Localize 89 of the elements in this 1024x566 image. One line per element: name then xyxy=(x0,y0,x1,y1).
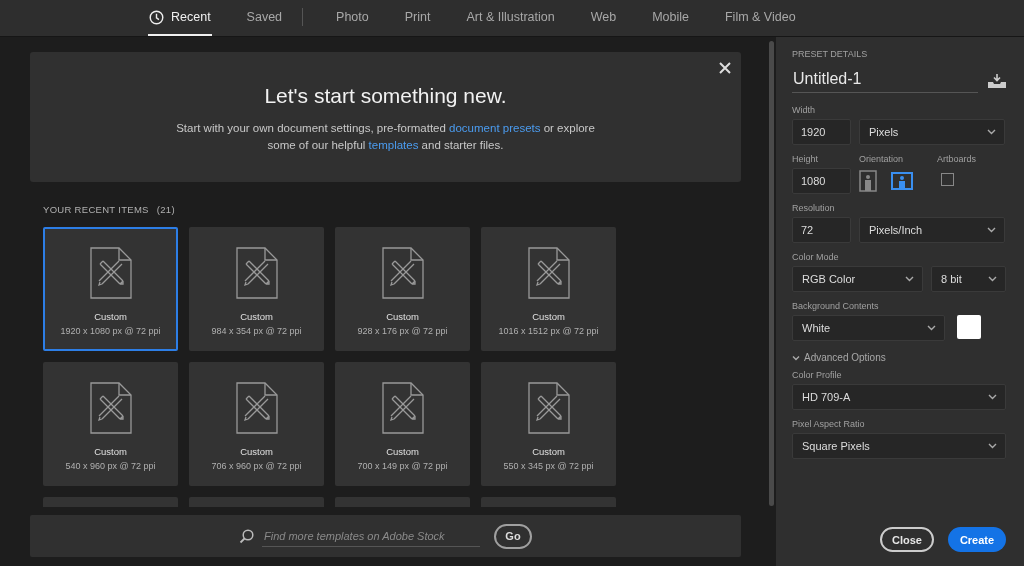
item-size: 550 x 345 px @ 72 ppi xyxy=(503,461,594,471)
item-name: Custom xyxy=(532,446,565,457)
chevron-down-icon xyxy=(987,129,996,135)
document-pencil-icon xyxy=(88,382,133,434)
document-name-field[interactable]: Untitled-1 xyxy=(792,68,978,93)
landscape-icon[interactable] xyxy=(891,170,913,192)
advanced-options-toggle[interactable]: Advanced Options xyxy=(792,352,1006,363)
nav-tab[interactable]: Web xyxy=(589,0,618,36)
resolution-field[interactable]: 72 xyxy=(792,217,851,243)
item-name: Custom xyxy=(240,446,273,457)
nav-tab[interactable]: Print xyxy=(403,0,432,36)
item-name: Custom xyxy=(386,311,419,322)
item-size: 540 x 960 px @ 72 ppi xyxy=(65,461,156,471)
clock-icon xyxy=(149,9,164,25)
chevron-down-icon xyxy=(988,394,997,400)
document-pencil-icon xyxy=(234,382,279,434)
banner-text: Start with your own document settings, pre-formatted document presets or explore some of our helpful templates and starter files. xyxy=(175,121,596,153)
height-field[interactable]: 1080 xyxy=(792,168,851,194)
item-size: 1920 x 1080 px @ 72 ppi xyxy=(60,326,161,336)
recent-item-card[interactable]: Custom 700 x 149 px @ 72 ppi xyxy=(335,362,470,486)
field-label: Background Contents xyxy=(792,301,880,311)
scrollbar[interactable] xyxy=(768,41,774,506)
banner-title: Let's start something new. xyxy=(264,84,507,108)
chevron-icon xyxy=(792,353,800,362)
search-icon xyxy=(239,528,254,544)
chevron-down-icon xyxy=(988,276,997,282)
background-dropdown[interactable]: White xyxy=(792,315,945,341)
search-field[interactable]: Find more templates on Adobe Stock xyxy=(262,525,480,547)
document-pencil-icon xyxy=(526,382,571,434)
item-name: Custom xyxy=(240,311,273,322)
document-pencil-icon xyxy=(88,247,133,299)
width-field[interactable]: 1920 xyxy=(792,119,851,145)
recent-item-card[interactable]: Custom 706 x 960 px @ 72 ppi xyxy=(189,362,324,486)
item-name: Custom xyxy=(386,446,419,457)
color-profile-dropdown[interactable]: HD 709-A xyxy=(792,384,1006,410)
recent-item-card[interactable]: Custom 928 x 176 px @ 72 ppi xyxy=(335,227,470,351)
document-pencil-icon xyxy=(234,247,279,299)
field-label: Width xyxy=(792,105,816,115)
recent-item-card[interactable]: Custom 1016 x 1512 px @ 72 ppi xyxy=(481,227,616,351)
resolution-unit-dropdown[interactable]: Pixels/Inch xyxy=(859,217,1005,243)
item-size: 1016 x 1512 px @ 72 ppi xyxy=(498,326,599,336)
recent-item-card[interactable]: Custom 984 x 354 px @ 72 ppi xyxy=(189,227,324,351)
item-count: (21) xyxy=(156,204,175,215)
nav-tab[interactable]: Saved xyxy=(245,0,284,36)
item-size: 928 x 176 px @ 72 ppi xyxy=(357,326,448,336)
color-swatch[interactable] xyxy=(957,315,981,339)
item-size: 706 x 960 px @ 72 ppi xyxy=(211,461,302,471)
pixel-aspect-dropdown[interactable]: Square Pixels xyxy=(792,433,1006,459)
chevron-down-icon xyxy=(987,227,996,233)
item-name: Custom xyxy=(94,446,127,457)
field-label: Height xyxy=(792,154,819,164)
create-button[interactable]: Create xyxy=(948,527,1006,552)
artboards-checkbox[interactable] xyxy=(941,173,954,186)
panel-heading: PRESET DETAILS xyxy=(792,49,869,59)
field-label: Resolution xyxy=(792,203,836,213)
bit-depth-dropdown[interactable]: 8 bit xyxy=(931,266,1006,292)
document-pencil-icon xyxy=(526,247,571,299)
document-pencil-icon xyxy=(380,247,425,299)
save-preset-icon[interactable] xyxy=(988,73,1006,88)
field-label: Orientation xyxy=(859,154,905,164)
templates-link[interactable]: templates xyxy=(368,139,419,151)
item-size: 700 x 149 px @ 72 ppi xyxy=(357,461,448,471)
item-name: Custom xyxy=(94,311,127,322)
document-pencil-icon xyxy=(380,382,425,434)
chevron-down-icon xyxy=(927,325,936,331)
section-heading: YOUR RECENT ITEMS xyxy=(43,204,149,215)
go-button[interactable]: Go xyxy=(494,523,532,549)
width-unit-dropdown[interactable]: Pixels xyxy=(859,119,1005,145)
nav-tab[interactable]: Photo xyxy=(335,0,370,36)
nav-tab[interactable]: Mobile xyxy=(651,0,690,36)
field-label: Artboards xyxy=(937,154,977,164)
item-name: Custom xyxy=(532,311,565,322)
recent-item-card[interactable]: Custom 550 x 345 px @ 72 ppi xyxy=(481,362,616,486)
field-label: Color Profile xyxy=(792,370,843,380)
nav-tab[interactable]: Recent xyxy=(148,0,212,36)
close-icon[interactable] xyxy=(719,62,731,74)
recent-item-card[interactable]: Custom 540 x 960 px @ 72 ppi xyxy=(43,362,178,486)
close-button[interactable]: Close xyxy=(880,527,934,552)
field-label: Pixel Aspect Ratio xyxy=(792,419,866,429)
field-label: Color Mode xyxy=(792,252,840,262)
portrait-icon[interactable] xyxy=(859,170,877,192)
color-mode-dropdown[interactable]: RGB Color xyxy=(792,266,923,292)
item-size: 984 x 354 px @ 72 ppi xyxy=(211,326,302,336)
recent-item-card[interactable]: Custom 1920 x 1080 px @ 72 ppi xyxy=(43,227,178,351)
nav-tab[interactable]: Film & Video xyxy=(724,0,797,36)
chevron-down-icon xyxy=(905,276,914,282)
nav-tab[interactable]: Art & Illustration xyxy=(465,0,556,36)
document-presets-link[interactable]: document presets xyxy=(449,122,541,134)
chevron-down-icon xyxy=(988,443,997,449)
